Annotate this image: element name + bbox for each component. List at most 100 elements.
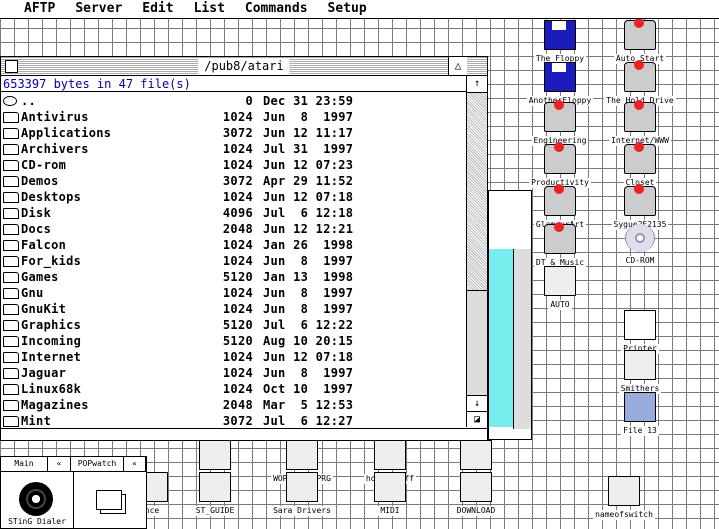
application-icon	[286, 440, 318, 470]
menu-commands[interactable]: Commands	[235, 0, 318, 18]
desktop-icon-label: CD-ROM	[623, 256, 657, 266]
scroll-thumb[interactable]	[467, 290, 487, 402]
hard-drive-icon	[624, 142, 656, 174]
desktop-icon[interactable]: nameofswitch	[584, 476, 664, 520]
window-title: /pub8/atari	[198, 58, 290, 74]
panel-collapse-button-2[interactable]: «	[124, 457, 146, 472]
file-date: Jun 12 07:23	[263, 158, 354, 172]
folder-icon	[3, 192, 19, 203]
application-icon	[199, 472, 231, 502]
file-name: Gnu	[21, 286, 44, 300]
size-box[interactable]: ◪	[467, 411, 487, 429]
desktop-icon[interactable]: AUTO	[520, 266, 600, 310]
cd-rom-icon	[625, 224, 655, 252]
file-row[interactable]: Applications 3072 Jun 12 11:17	[1, 125, 465, 141]
hard-drive-icon	[624, 184, 656, 216]
file-row[interactable]: Magazines 2048 Mar 5 12:53	[1, 397, 465, 413]
desktop-icon[interactable]: The Floppy	[520, 20, 600, 64]
folder-icon	[3, 128, 19, 139]
application-icon	[624, 350, 656, 380]
file-row[interactable]: Antivirus 1024 Jun 8 1997	[1, 109, 465, 125]
file-date: Apr 29 11:52	[263, 174, 354, 188]
horizontal-scrollbar[interactable]	[0, 427, 488, 441]
file-row[interactable]: .. 0 Dec 31 23:59	[1, 93, 465, 109]
menu-aftp[interactable]: AFTP	[0, 0, 65, 18]
file-date: Jul 6 12:18	[263, 206, 354, 220]
file-date: Jun 8 1997	[263, 366, 354, 380]
folder-icon	[3, 224, 19, 235]
desktop-icon[interactable]: DT & Music	[520, 222, 600, 268]
menu-server[interactable]: Server	[65, 0, 132, 18]
fuller-button[interactable]: △	[448, 57, 467, 75]
file-row[interactable]: Incoming 5120 Aug 10 20:15	[1, 333, 465, 349]
panel-tab-popwatch[interactable]: POPwatch	[71, 457, 124, 472]
file-name: Linux68k	[21, 382, 82, 396]
file-row[interactable]: Falcon 1024 Jan 26 1998	[1, 237, 465, 253]
desktop-icon[interactable]: DOWNLOAD	[436, 472, 516, 516]
file-row[interactable]: For_kids 1024 Jun 8 1997	[1, 253, 465, 269]
file-size: 1024	[222, 302, 253, 316]
desktop-icon[interactable]: Sara Drivers	[262, 472, 342, 516]
file-size: 1024	[222, 238, 253, 252]
vertical-scrollbar[interactable]: ↑ ↓ ◪	[466, 76, 487, 429]
sting-dialer-launcher[interactable]: STinG Dialer	[1, 472, 74, 528]
file-name: Jaguar	[21, 366, 67, 380]
file-row[interactable]: Mint 3072 Jul 6 12:27	[1, 413, 465, 427]
hard-drive-icon	[544, 222, 576, 254]
panel-collapse-button[interactable]: «	[48, 457, 71, 472]
file-date: Jun 12 12:21	[263, 222, 354, 236]
file-name: GnuKit	[21, 302, 67, 316]
file-row[interactable]: Docs 2048 Jun 12 12:21	[1, 221, 465, 237]
background-window-scrollbar[interactable]	[513, 249, 531, 429]
file-size: 1024	[222, 254, 253, 268]
desktop-icon[interactable]: Smithers	[600, 350, 680, 394]
file-row[interactable]: Archivers 1024 Jul 31 1997	[1, 141, 465, 157]
file-row[interactable]: Jaguar 1024 Jun 8 1997	[1, 365, 465, 381]
desktop-icon[interactable]: Productivity	[520, 142, 600, 188]
window-titlebar[interactable]: /pub8/atari △	[1, 57, 487, 76]
ftp-directory-window: /pub8/atari △ 653397 bytes in 47 file(s)…	[0, 56, 488, 429]
file-date: Mar 5 12:53	[263, 398, 354, 412]
folder-icon	[3, 176, 19, 187]
file-row[interactable]: Games 5120 Jan 13 1998	[1, 269, 465, 285]
file-size: 4096	[222, 206, 253, 220]
file-row[interactable]: Linux68k 1024 Oct 10 1997	[1, 381, 465, 397]
desktop-icon[interactable]: CD-ROM	[600, 224, 680, 266]
file-date: Aug 10 20:15	[263, 334, 354, 348]
sting-dialer-label: STinG Dialer	[8, 517, 66, 526]
desktop-icon[interactable]: Engineering	[520, 100, 600, 146]
menu-edit[interactable]: Edit	[132, 0, 183, 18]
file-row[interactable]: CD-rom 1024 Jun 12 07:23	[1, 157, 465, 173]
scroll-up-button[interactable]: ↑	[467, 76, 487, 93]
desktop-icon[interactable]: Closet	[600, 142, 680, 188]
background-window[interactable]	[488, 190, 532, 440]
panel-tab-main[interactable]: Main	[1, 457, 48, 472]
file-size: 3072	[222, 174, 253, 188]
file-row[interactable]: Internet 1024 Jun 12 07:18	[1, 349, 465, 365]
folder-up-icon	[3, 96, 17, 106]
file-row[interactable]: Disk 4096 Jul 6 12:18	[1, 205, 465, 221]
file-size: 1024	[222, 158, 253, 172]
file-name: Archivers	[21, 142, 89, 156]
file-row[interactable]: Gnu 1024 Jun 8 1997	[1, 285, 465, 301]
file-name: Incoming	[21, 334, 82, 348]
close-box[interactable]	[5, 60, 18, 73]
file-list: .. 0 Dec 31 23:59 Antivirus 1024 Jun 8 1997 Ap…	[1, 93, 465, 427]
menu-list[interactable]: List	[184, 0, 235, 18]
file-row[interactable]: Graphics 5120 Jul 6 12:22	[1, 317, 465, 333]
desktop-icon[interactable]: Auto Start	[600, 18, 680, 64]
file-date: Jun 8 1997	[263, 110, 354, 124]
desktop-icon-label: nameofswitch	[593, 510, 655, 520]
application-icon	[544, 266, 576, 296]
file-row[interactable]: GnuKit 1024 Jun 8 1997	[1, 301, 465, 317]
popwatch-launcher[interactable]	[74, 472, 146, 528]
desktop-icon[interactable]: File 13	[600, 392, 680, 436]
desktop-icon[interactable]: MIDI	[350, 472, 430, 516]
file-row[interactable]: Demos 3072 Apr 29 11:52	[1, 173, 465, 189]
desktop-icon[interactable]: Printer	[600, 310, 680, 354]
file-row[interactable]: Desktops 1024 Jun 12 07:18	[1, 189, 465, 205]
desktop-icon-label: ST_GUIDE	[193, 506, 237, 516]
menu-setup[interactable]: Setup	[318, 0, 377, 18]
desktop-icon[interactable]: Internet/WWW	[600, 100, 680, 146]
file-name: Disk	[21, 206, 52, 220]
